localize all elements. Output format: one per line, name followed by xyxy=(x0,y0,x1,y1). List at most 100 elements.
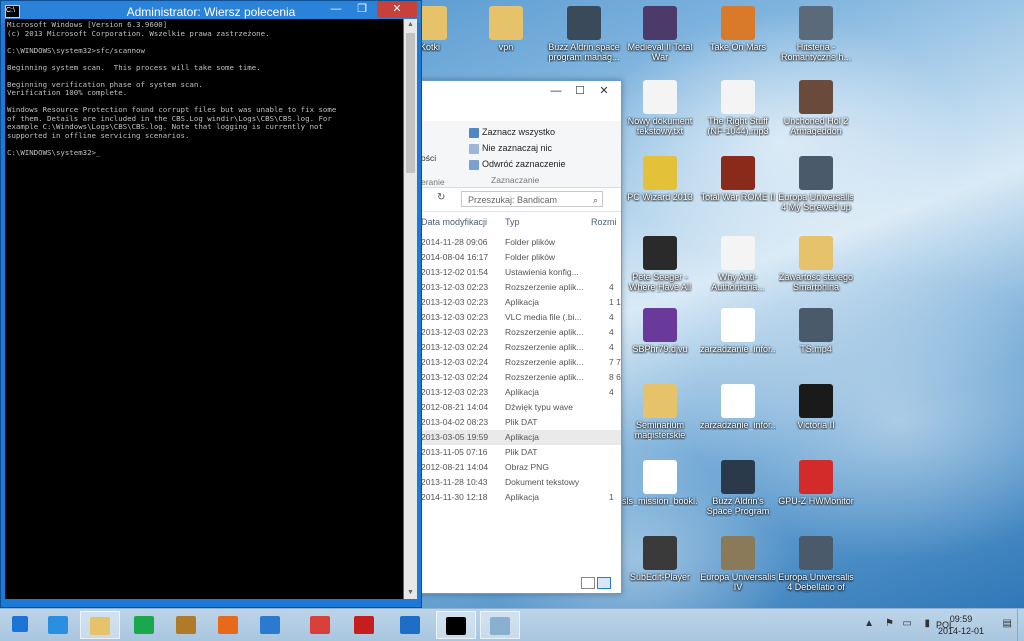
taskbar-mail[interactable] xyxy=(390,611,430,639)
desktop-icon[interactable]: PC Wizard 2013 xyxy=(622,156,698,202)
clock[interactable]: 09:59 2014-12-01 xyxy=(938,613,984,637)
desktop-icon-label: Buzz Aldrin space program manag... xyxy=(548,42,620,62)
scroll-up-icon[interactable]: ▲ xyxy=(404,19,417,31)
desktop-icon-image xyxy=(643,80,677,114)
desktop-icon[interactable]: Buzz Aldrin space program manag... xyxy=(546,6,622,62)
desktop-icon[interactable]: Seminarium magisterskie xyxy=(622,384,698,440)
desktop-icon[interactable]: Zawartość starego Smartphina xyxy=(778,236,854,292)
desktop-icon[interactable]: Medieval II Total War xyxy=(622,6,698,62)
table-row[interactable]: 2013-12-02 01:54 Ustawienia konfig... xyxy=(419,265,621,280)
desktop-icon[interactable]: Take On Mars xyxy=(700,6,776,52)
taskbar-teamviewer[interactable] xyxy=(250,611,290,639)
table-row[interactable]: 2014-08-04 16:17 Folder plików xyxy=(419,250,621,265)
desktop-icon-label: Zawartość starego Smartphina xyxy=(778,272,854,292)
desktop-icon-image xyxy=(721,156,755,190)
search-input[interactable]: Przeszukaj: Bandicam ⌕ xyxy=(461,191,603,207)
table-row[interactable]: 2013-12-03 02:23 Rozszerzenie aplik... 4 xyxy=(419,325,621,340)
taskbar-chrome[interactable] xyxy=(300,611,340,639)
close-button[interactable]: ✕ xyxy=(593,83,615,99)
table-row[interactable]: 2012-08-21 14:04 Dźwięk typu wave xyxy=(419,400,621,415)
taskbar-file-explorer[interactable] xyxy=(80,611,120,639)
table-row[interactable]: 2013-12-03 02:24 Rozszerzenie aplik... 8 6 xyxy=(419,370,621,385)
scrollbar-thumb[interactable] xyxy=(406,33,415,173)
minimize-button[interactable]: — xyxy=(545,83,567,99)
vertical-scrollbar[interactable]: ▲ ▼ xyxy=(404,19,417,599)
column-size[interactable]: Rozmi xyxy=(591,217,617,227)
taskbar-store[interactable] xyxy=(124,611,164,639)
network-icon[interactable]: ▮ xyxy=(924,618,930,629)
details-view-icon[interactable] xyxy=(581,577,595,589)
table-row[interactable]: 2013-04-02 08:23 Plik DAT xyxy=(419,415,621,430)
search-icon[interactable]: ⌕ xyxy=(593,192,598,208)
column-type[interactable]: Typ xyxy=(505,217,520,227)
cell-date: 2013-12-02 01:54 xyxy=(421,267,489,277)
taskbar-firefox[interactable] xyxy=(208,611,248,639)
cell-date: 2013-12-03 02:23 xyxy=(421,282,489,292)
desktop-icon-image xyxy=(799,236,833,270)
flag-icon[interactable]: ⚑ xyxy=(885,618,894,629)
command-prompt-window[interactable]: C:\ Administrator: Wiersz polecenia — ❐ … xyxy=(0,0,422,608)
table-row[interactable]: 2013-12-03 02:24 Rozszerzenie aplik... 7 7 xyxy=(419,355,621,370)
desktop-icon[interactable]: TS.mp4 xyxy=(778,308,854,354)
table-row[interactable]: 2014-11-28 09:06 Folder plików xyxy=(419,235,621,250)
desktop-icon[interactable]: SubEdit-Player xyxy=(622,536,698,582)
battery-icon[interactable]: ▭ xyxy=(903,618,912,629)
desktop-icon-label: Unchoned Hol 2 Armageddon xyxy=(783,116,849,136)
invert-selection-button[interactable]: Odwróć zaznaczenie xyxy=(469,159,566,170)
notifications-icon[interactable]: ▤ xyxy=(1003,618,1012,629)
maximize-button[interactable]: ☐ xyxy=(569,83,591,99)
desktop-icon[interactable]: Europa Universalis IV xyxy=(700,536,776,592)
close-button[interactable]: ✕ xyxy=(377,1,417,18)
table-row[interactable]: 2013-12-03 02:23 Aplikacja 4 xyxy=(419,385,621,400)
explorer-titlebar[interactable]: — ☐ ✕ xyxy=(419,81,621,101)
desktop-icon[interactable]: zarzadzanie_infor... xyxy=(700,308,776,354)
table-row[interactable]: 2014-11-30 12:18 Aplikacja 1 xyxy=(419,490,621,505)
refresh-icon[interactable]: ↻ xyxy=(437,192,445,203)
desktop-icon[interactable]: Pete Seeger - Where Have All The Flow... xyxy=(622,236,698,293)
desktop-icon[interactable]: vpn xyxy=(468,6,544,52)
desktop-icon[interactable]: Victoria II xyxy=(778,384,854,430)
desktop-icon[interactable]: Nowy dokument tekstowy.txt xyxy=(622,80,698,136)
desktop-icon[interactable]: Buzz Aldrin's Space Program Manager xyxy=(700,460,776,517)
list-view-icon[interactable] xyxy=(597,577,611,589)
select-none-button[interactable]: Nie zaznaczaj nic xyxy=(469,143,552,154)
desktop-icon-image xyxy=(643,156,677,190)
table-row[interactable]: 2013-12-03 02:23 Aplikacja 1 1 xyxy=(419,295,621,310)
desktop-icon[interactable]: Total War ROME II xyxy=(700,156,776,202)
taskbar-game-box[interactable] xyxy=(166,611,206,639)
tray-arrow-icon[interactable]: ▲ xyxy=(864,618,874,629)
desktop-icon[interactable]: Europa Universalis 4 My Screwed up P... xyxy=(778,156,854,213)
table-row[interactable]: 2013-11-28 10:43 Dokument tekstowy xyxy=(419,475,621,490)
cell-size: 4 xyxy=(609,312,614,322)
select-all-button[interactable]: Zaznacz wszystko xyxy=(469,127,555,138)
column-date[interactable]: Data modyfikacji xyxy=(421,217,487,227)
taskbar-windows-start[interactable] xyxy=(0,611,40,639)
file-explorer-window[interactable]: — ☐ ✕ ości eranie Zaznacz wszystko Nie z… xyxy=(418,80,622,594)
taskbar-internet-explorer[interactable] xyxy=(38,611,78,639)
desktop-icon[interactable]: SBPhr79.djvu xyxy=(622,308,698,354)
desktop-icon[interactable]: Unchoned Hol 2 Armageddon xyxy=(778,80,854,136)
taskbar-acrobat[interactable] xyxy=(344,611,384,639)
minimize-button[interactable]: — xyxy=(323,1,349,18)
desktop-icon[interactable]: Why Anti-Authoritaria... xyxy=(700,236,776,292)
taskbar-command-prompt[interactable] xyxy=(436,611,476,639)
scroll-down-icon[interactable]: ▼ xyxy=(404,587,417,599)
table-row[interactable]: 2013-12-03 02:23 VLC media file (.bi... 4 xyxy=(419,310,621,325)
table-row[interactable]: 2012-08-21 14:04 Obraz PNG xyxy=(419,460,621,475)
table-row[interactable]: 2013-12-03 02:23 Rozszerzenie aplik... 4 xyxy=(419,280,621,295)
desktop-icon[interactable]: zarzadzanie_infor... xyxy=(700,384,776,430)
maximize-button[interactable]: ❐ xyxy=(349,1,375,18)
show-desktop-button[interactable] xyxy=(1017,609,1024,641)
desktop-icon[interactable]: GPU-Z HWMonitor xyxy=(778,460,854,506)
desktop-icon-label: Nowy dokument tekstowy.txt xyxy=(627,116,693,136)
windows-start-icon xyxy=(12,616,28,632)
desktop-icon[interactable]: sls_mission_bookl... xyxy=(622,460,698,506)
desktop-icon[interactable]: Hitsteria - Romantyczne h... xyxy=(778,6,854,62)
table-row[interactable]: 2013-03-05 19:59 Aplikacja xyxy=(419,430,621,445)
console-output[interactable]: Microsoft Windows [Version 6.3.9600] (c)… xyxy=(5,19,403,599)
desktop-icon[interactable]: The Right Stuff (NF-1044).mp3 xyxy=(700,80,776,136)
table-row[interactable]: 2013-12-03 02:24 Rozszerzenie aplik... 4 xyxy=(419,340,621,355)
desktop-icon[interactable]: Europa Universalis 4 Debellatio of Port.… xyxy=(778,536,854,593)
table-row[interactable]: 2013-11-05 07:16 Plik DAT xyxy=(419,445,621,460)
taskbar-photo-viewer[interactable] xyxy=(480,611,520,639)
